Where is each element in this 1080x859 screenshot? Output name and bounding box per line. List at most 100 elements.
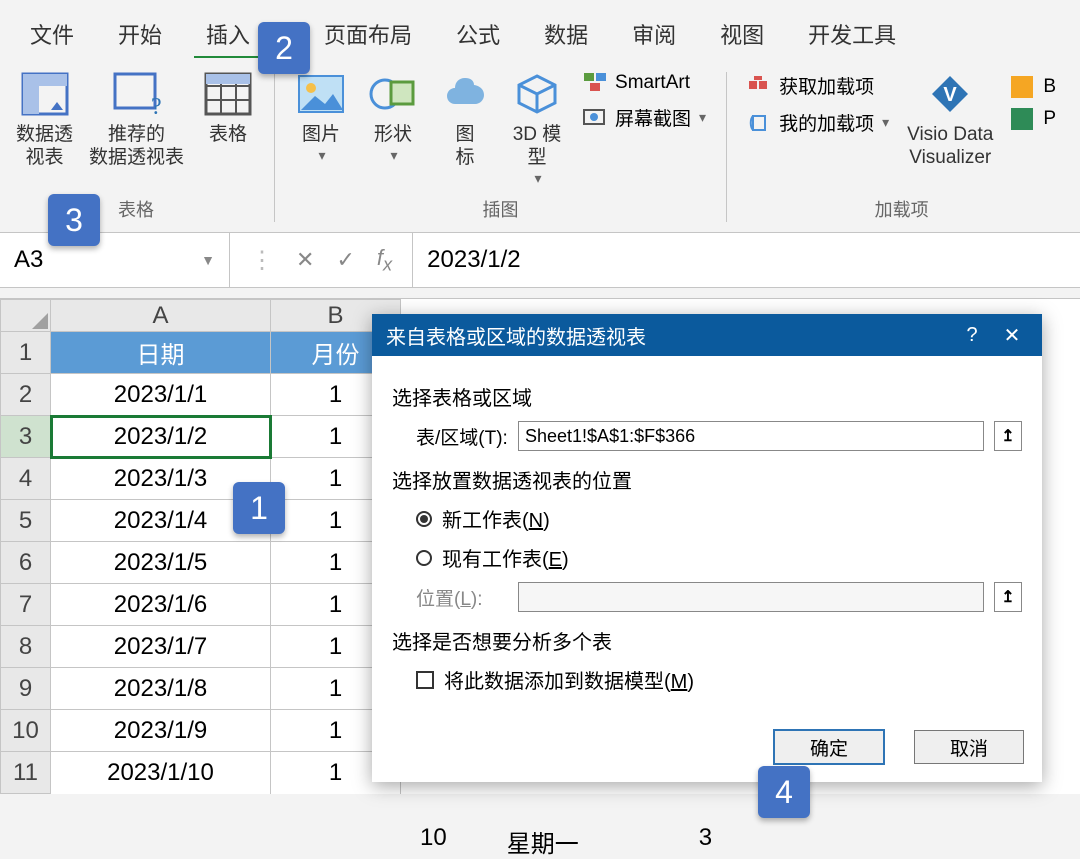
group-illustrations: 图片 ▾ 形状 ▾ 图 标 3D 模 型 ▾ [281,64,720,228]
smartart-button[interactable]: SmartArt [575,70,714,96]
recommended-pivot-label: 推荐的 数据透视表 [89,124,184,170]
3d-models-button[interactable]: 3D 模 型 ▾ [503,64,571,190]
cell[interactable]: 2023/1/7 [51,626,271,668]
section-heading: 选择是否想要分析多个表 [392,626,1022,655]
row-header[interactable]: 10 [1,710,51,752]
step-callout-1: 1 [233,482,285,534]
cell[interactable]: 2023/1/9 [51,710,271,752]
cancel-button[interactable]: 取消 [914,730,1024,764]
row-header[interactable]: 11 [1,752,51,794]
bing-label: B [1043,76,1056,98]
name-box-value: A3 [14,246,43,274]
dialog-title: 来自表格或区域的数据透视表 [386,321,646,350]
svg-text:V: V [944,84,958,106]
close-icon[interactable]: ✕ [992,323,1032,348]
icons-label: 图 标 [456,124,475,170]
tab-data[interactable]: 数据 [522,10,610,58]
cancel-formula-button[interactable]: ✕ [296,247,314,273]
row-header[interactable]: 8 [1,626,51,668]
my-addins-icon [747,112,773,134]
smartart-icon [583,72,609,94]
visio-button[interactable]: V Visio Data Visualizer [901,64,999,174]
smartart-label: SmartArt [615,72,690,94]
tab-formulas[interactable]: 公式 [434,10,522,58]
screenshot-icon [583,107,609,129]
cube-icon [509,68,565,120]
name-box[interactable]: A3 ▼ [0,233,230,287]
my-addins-label: 我的加载项 [779,109,874,136]
location-label: 位置(L): [416,584,508,611]
pivot-table-label: 数据透 视表 [16,124,73,170]
section-heading: 选择表格或区域 [392,382,1022,411]
formula-content: 2023/1/2 [427,246,520,274]
radio-new-sheet[interactable]: 新工作表(N) [416,504,1022,533]
header-cell[interactable]: 日期 [51,332,271,374]
icons-button[interactable]: 图 标 [431,64,499,174]
get-addins-button[interactable]: 获取加载项 [739,70,897,101]
row-header[interactable]: 2 [1,374,51,416]
row-header[interactable]: 6 [1,542,51,584]
formula-bar: A3 ▼ ⋮ ✕ ✓ fx 2023/1/2 [0,232,1080,288]
range-label: 表/区域(T): [416,423,508,450]
tab-dev[interactable]: 开发工具 [786,10,918,58]
tab-layout[interactable]: 页面布局 [302,10,434,58]
dialog-titlebar[interactable]: 来自表格或区域的数据透视表 ? ✕ [372,314,1042,356]
step-callout-2: 2 [258,22,310,74]
row-header[interactable]: 1 [1,332,51,374]
group-addins: 获取加载项 我的加载项 ▾ V Visio Data Visualizer [733,64,1070,228]
radio-existing-sheet[interactable]: 现有工作表(E) [416,543,1022,572]
shapes-button[interactable]: 形状 ▾ [359,64,427,168]
tab-home[interactable]: 开始 [96,10,184,58]
add-to-model-checkbox[interactable]: 将此数据添加到数据模型(M) [416,665,1022,694]
tab-review[interactable]: 审阅 [610,10,698,58]
chevron-down-icon: ▾ [319,147,326,164]
tab-view[interactable]: 视图 [698,10,786,58]
my-addins-button[interactable]: 我的加载项 ▾ [739,107,897,138]
range-picker-button[interactable]: ↥ [994,582,1022,612]
people-graph-button[interactable]: P [1003,106,1064,132]
pivot-table-button[interactable]: 数据透 视表 [10,64,79,174]
table-button[interactable]: 表格 [194,64,262,151]
column-header-A[interactable]: A [51,300,271,332]
cell[interactable]: 2023/1/5 [51,542,271,584]
get-addins-label: 获取加载项 [779,72,874,99]
recommended-pivot-button[interactable]: ? 推荐的 数据透视表 [83,64,190,174]
tab-file[interactable]: 文件 [8,10,96,58]
ribbon-divider [274,72,275,222]
bing-icon [1011,76,1037,98]
pictures-icon [293,68,349,120]
ok-button[interactable]: 确定 [774,730,884,764]
row-header[interactable]: 9 [1,668,51,710]
row-header[interactable]: 3 [1,416,51,458]
shapes-label: 形状 [374,124,412,147]
group-tables: 数据透 视表 ? 推荐的 数据透视表 表格 表格 [4,64,268,228]
pivot-table-icon [17,68,73,120]
table-range-input[interactable] [518,421,984,451]
formula-input[interactable]: 2023/1/2 [412,233,1080,287]
pictures-button[interactable]: 图片 ▾ [287,64,355,168]
enter-formula-button[interactable]: ✓ [336,247,354,273]
cell[interactable]: 2023/1/1 [51,374,271,416]
cell[interactable]: 2023/1/8 [51,668,271,710]
cell[interactable]: 2023/1/6 [51,584,271,626]
radio-icon [416,550,432,566]
step-callout-3: 3 [48,194,100,246]
active-cell[interactable]: 2023/1/2 [51,416,271,458]
bing-maps-button[interactable]: B [1003,74,1064,100]
row-header[interactable]: 7 [1,584,51,626]
radio-label: 新工作表(N) [442,504,550,533]
fx-icon[interactable]: fx [377,245,392,275]
help-button[interactable]: ? [952,324,992,347]
cell: 10 [420,824,447,859]
checkbox-label: 将此数据添加到数据模型(M) [444,665,694,694]
cell[interactable]: 2023/1/10 [51,752,271,794]
range-picker-button[interactable]: ↥ [994,421,1022,451]
row-header[interactable]: 5 [1,500,51,542]
select-all-corner[interactable] [1,300,51,332]
radio-label: 现有工作表(E) [442,543,569,572]
section-heading: 选择放置数据透视表的位置 [392,465,1022,494]
row-header[interactable]: 4 [1,458,51,500]
ribbon-tabs: 文件 开始 插入 页面布局 公式 数据 审阅 视图 开发工具 [0,0,1080,58]
screenshot-button[interactable]: 屏幕截图 ▾ [575,102,714,133]
3d-models-label: 3D 模 型 [513,124,562,170]
